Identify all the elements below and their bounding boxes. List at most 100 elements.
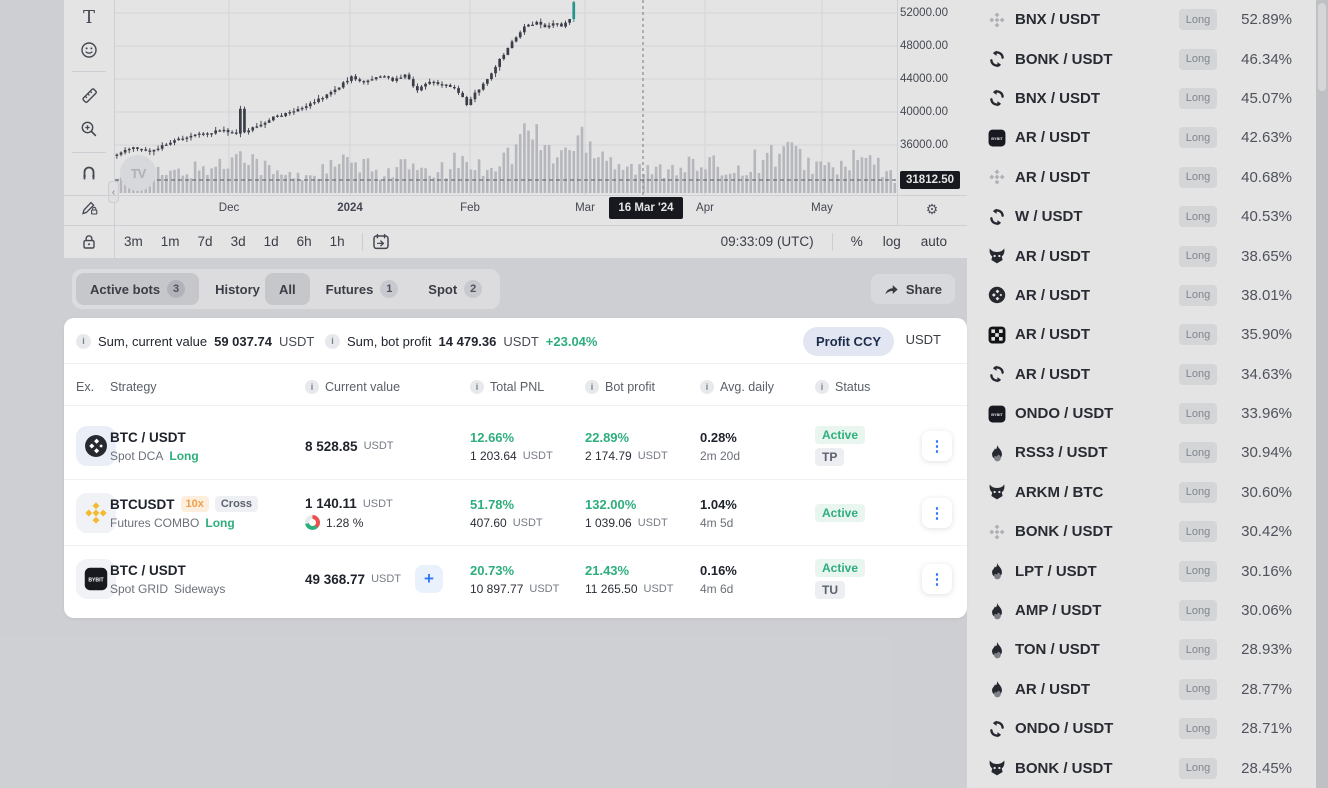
tab-active-bots[interactable]: Active bots3: [76, 273, 199, 305]
market-list-item[interactable]: AMP / USDT Long 30.06%: [967, 591, 1316, 630]
profit-percent: 30.60%: [1241, 484, 1292, 501]
market-list-item[interactable]: BYBIT ONDO / USDT Long 33.96%: [967, 394, 1316, 433]
market-list-item[interactable]: W / USDT Long 40.53%: [967, 197, 1316, 236]
market-list-item[interactable]: ONDO / USDT Long 28.71%: [967, 709, 1316, 748]
bull-icon: [988, 247, 1006, 265]
timeframe-button-3m[interactable]: 3m: [115, 234, 152, 249]
info-icon[interactable]: i: [700, 380, 714, 394]
chart-clock[interactable]: 09:33:09 (UTC): [711, 234, 824, 249]
flame-exchange-icon: [988, 680, 1006, 698]
direction-badge: Long: [1179, 639, 1217, 660]
profit-percent: 33.96%: [1241, 405, 1292, 422]
draw-lock-tool-icon[interactable]: [72, 193, 106, 221]
axis-settings-gear-icon[interactable]: ⚙: [920, 199, 944, 219]
market-list-item[interactable]: ARKM / BTC Long 30.60%: [967, 473, 1316, 512]
market-list-item[interactable]: BNX / USDT Long 45.07%: [967, 79, 1316, 118]
strategy-type: Futures COMBO: [110, 516, 199, 530]
filter-tab-futures[interactable]: Futures1: [312, 273, 413, 305]
header-label: Ex.: [76, 380, 94, 394]
profit-percent: 45.07%: [1241, 90, 1292, 107]
total-pnl-amount-line: 1 203.64USDT: [470, 449, 553, 463]
timeframe-button-1d[interactable]: 1d: [255, 234, 288, 249]
bot-table-row[interactable]: BTC / USDTSpot DCALong8 528.85USDT12.66%…: [64, 413, 967, 479]
info-icon[interactable]: i: [470, 380, 484, 394]
date-axis-label: Feb: [460, 202, 480, 214]
flame-icon: [988, 680, 1006, 698]
info-icon[interactable]: i: [305, 380, 319, 394]
market-list-item[interactable]: BONK / USDT Long 30.42%: [967, 512, 1316, 551]
emoji-tool-icon[interactable]: [72, 36, 106, 64]
pair-label: AR / USDT: [1015, 326, 1090, 343]
text-tool-icon[interactable]: T: [72, 4, 106, 32]
page-scrollbar[interactable]: [1316, 0, 1328, 788]
zoom-in-tool-icon[interactable]: [72, 115, 106, 143]
info-icon[interactable]: i: [585, 380, 599, 394]
market-list-item[interactable]: BYBIT AR / USDT Long 42.63%: [967, 118, 1316, 157]
filter-tab-spot[interactable]: Spot2: [414, 273, 496, 305]
market-list-item[interactable]: AR / USDT Long 38.01%: [967, 276, 1316, 315]
toolbar-chart-divider: [114, 0, 115, 258]
market-list-item[interactable]: TON / USDT Long 28.93%: [967, 630, 1316, 669]
bot-profit: 21.43%11 265.50USDT: [585, 546, 673, 612]
market-list-item[interactable]: BONK / USDT Long 46.34%: [967, 39, 1316, 78]
info-icon[interactable]: i: [815, 380, 829, 394]
market-list-item[interactable]: RSS3 / USDT Long 30.94%: [967, 433, 1316, 472]
ruler-tool-icon[interactable]: [72, 81, 106, 109]
scale-button-log[interactable]: log: [873, 234, 911, 249]
row-menu-button[interactable]: ⋮: [922, 498, 952, 528]
margin-badge: Cross: [215, 496, 258, 512]
timeframe-button-6h[interactable]: 6h: [288, 234, 321, 249]
profit-ccy-option[interactable]: Profit CCY: [803, 327, 894, 356]
share-button[interactable]: Share: [871, 274, 955, 304]
total-pnl: 20.73%10 897.77USDT: [470, 546, 559, 612]
market-list-item[interactable]: AR / USDT Long 35.90%: [967, 315, 1316, 354]
market-list-item[interactable]: LPT / USDT Long 30.16%: [967, 551, 1316, 590]
profit-percent: 46.34%: [1241, 51, 1292, 68]
flame-icon: [988, 444, 1006, 462]
sum-bot-profit-delta: +23.04%: [546, 334, 598, 349]
direction-badge: Long: [1179, 758, 1217, 779]
scrollbar-thumb[interactable]: [1318, 3, 1326, 91]
collapse-toolbar-handle[interactable]: ‹: [108, 181, 119, 203]
svg-text:BYBIT: BYBIT: [991, 137, 1003, 141]
scale-button-%[interactable]: %: [841, 234, 873, 249]
column-header-current-value: iCurrent value: [305, 380, 400, 394]
filter-tab-all[interactable]: All: [265, 273, 310, 305]
market-list-item[interactable]: AR / USDT Long 38.65%: [967, 236, 1316, 275]
scale-button-auto[interactable]: auto: [911, 234, 957, 249]
toolbar-divider: [72, 152, 106, 153]
row-menu-button[interactable]: ⋮: [922, 564, 952, 594]
candlestick-chart[interactable]: [64, 0, 967, 258]
bull-icon: [988, 759, 1006, 777]
current-price-badge: 31812.50: [900, 171, 960, 189]
avg-daily-percent: 0.28%: [700, 430, 740, 445]
add-funds-button[interactable]: +: [415, 565, 443, 593]
runtime: 4m 6d: [700, 582, 737, 596]
bot-table-row[interactable]: BTCUSDT10xCrossFutures COMBOLong1 140.11…: [64, 479, 967, 545]
info-icon[interactable]: i: [76, 334, 91, 349]
row-menu-button[interactable]: ⋮: [922, 431, 952, 461]
usdt-option[interactable]: USDT: [906, 332, 941, 347]
bot-table-row[interactable]: BYBITBTC / USDTSpot GRIDSideways49 368.7…: [64, 545, 967, 611]
market-list-item[interactable]: BNX / USDT Long 52.89%: [967, 0, 1316, 39]
go-to-date-icon[interactable]: [371, 232, 391, 252]
magnet-tool-icon[interactable]: [72, 160, 106, 188]
tab-count-badge: 2: [464, 280, 482, 298]
timeframe-button-3d[interactable]: 3d: [222, 234, 255, 249]
lock-tool-icon[interactable]: [72, 228, 106, 256]
profit-percent: 35.90%: [1241, 326, 1292, 343]
market-list-item[interactable]: BONK / USDT Long 28.45%: [967, 748, 1316, 787]
timeframe-button-7d[interactable]: 7d: [189, 234, 222, 249]
timeframe-button-1m[interactable]: 1m: [152, 234, 189, 249]
market-list-item[interactable]: AR / USDT Long 34.63%: [967, 355, 1316, 394]
binance-gray-icon: [988, 523, 1006, 541]
column-header-avg-daily: iAvg. daily: [700, 380, 774, 394]
timeframe-button-1h[interactable]: 1h: [321, 234, 354, 249]
bitget-exchange-icon: [988, 720, 1006, 738]
market-list-item[interactable]: AR / USDT Long 28.77%: [967, 670, 1316, 709]
market-list-item[interactable]: AR / USDT Long 40.68%: [967, 158, 1316, 197]
chart-drawing-toolbar: T: [64, 0, 114, 258]
toolbar-divider: [72, 71, 106, 72]
info-icon[interactable]: i: [325, 334, 340, 349]
chart-bottom-toolbar: 3m1m7d3d1d6h1h 09:33:09 (UTC) %logauto: [115, 226, 967, 257]
